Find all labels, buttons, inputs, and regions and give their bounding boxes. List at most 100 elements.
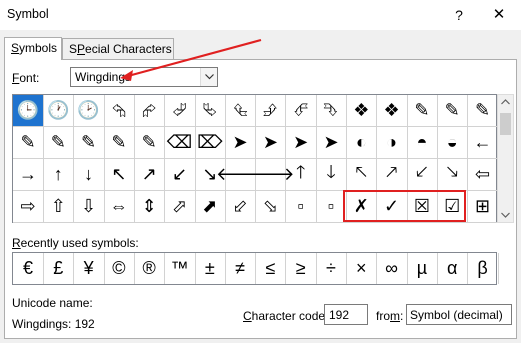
symbol-cell[interactable]: ◐ bbox=[346, 127, 378, 159]
symbol-cell[interactable]: 🡓 bbox=[316, 159, 347, 191]
recent-label-text: ecently used symbols: bbox=[20, 236, 139, 250]
recent-symbol-cell[interactable]: × bbox=[346, 253, 378, 284]
symbol-cell[interactable]: ⮱ bbox=[194, 95, 226, 127]
recent-symbol-cell[interactable]: ™ bbox=[165, 253, 196, 284]
symbol-cell[interactable]: 🡗 bbox=[406, 159, 438, 191]
symbol-cell[interactable]: 🕒 bbox=[13, 95, 44, 127]
font-dropdown[interactable]: Wingdings bbox=[70, 67, 218, 87]
symbol-cell[interactable]: ⮶ bbox=[285, 95, 317, 127]
symbol-cell[interactable]: ↙ bbox=[164, 159, 196, 191]
symbol-cell[interactable]: ⬂ bbox=[255, 191, 287, 223]
symbol-cell[interactable]: ⮲ bbox=[103, 95, 135, 127]
symbol-cell[interactable]: ✎ bbox=[134, 127, 166, 159]
symbol-cell[interactable]: 🡔 bbox=[346, 159, 378, 191]
close-button[interactable]: ✕ bbox=[484, 3, 514, 27]
symbol-cell[interactable]: ⮴ bbox=[225, 95, 257, 127]
recent-symbol-cell[interactable]: ≤ bbox=[255, 253, 287, 284]
symbol-cell[interactable]: ☑ bbox=[437, 191, 469, 223]
recent-symbols-row[interactable]: € £ ¥ © ® ™ ± ≠ ≤ ≥ ÷ × ∞ µ α β bbox=[12, 252, 499, 285]
recent-symbol-cell[interactable]: ∞ bbox=[377, 253, 408, 284]
tab-special-characters[interactable]: SPecial Characters bbox=[62, 38, 174, 60]
symbol-cell[interactable]: ✎ bbox=[437, 95, 469, 127]
symbol-cell[interactable]: ➤ bbox=[316, 127, 347, 159]
window-title: Symbol bbox=[7, 7, 49, 21]
symbol-cell[interactable]: ✓ bbox=[376, 191, 408, 223]
grid-scrollbar[interactable] bbox=[497, 94, 514, 223]
font-label-text: ont: bbox=[19, 71, 40, 85]
symbol-cell[interactable]: ⮳ bbox=[134, 95, 166, 127]
scroll-up-icon[interactable] bbox=[501, 99, 510, 105]
symbol-cell[interactable]: → bbox=[13, 159, 44, 191]
scroll-thumb[interactable] bbox=[500, 113, 511, 135]
symbol-grid[interactable]: 🕒 🕐 🕑 ⮲ ⮳ ⮰ ⮱ ⮴ ⮵ ⮶ ⮷ ❖ ❖ ✎ ✎ ✎ ✎ ✎ ✎ ✎ ✎ ⌫ ⌦ ➤ ➤ ➤ ➤ ◐ ◑ ◓ ◒ ← → ↑ ↓ ↖ ↗ ↙ ↘ 🡐… bbox=[12, 94, 499, 223]
symbol-cell[interactable]: ⊞ bbox=[467, 191, 499, 223]
symbol-cell[interactable]: ◓ bbox=[406, 127, 438, 159]
unicode-name-value: Wingdings: 192 bbox=[12, 317, 95, 331]
symbol-cell[interactable]: ➤ bbox=[285, 127, 317, 159]
chevron-down-icon[interactable] bbox=[200, 68, 217, 86]
recent-symbol-cell[interactable]: ÷ bbox=[316, 253, 347, 284]
symbol-cell[interactable]: ▫ bbox=[316, 191, 347, 223]
recent-symbol-cell[interactable]: ® bbox=[134, 253, 166, 284]
symbol-cell[interactable]: 🕑 bbox=[73, 95, 105, 127]
recent-symbol-cell[interactable]: ≥ bbox=[286, 253, 317, 284]
symbol-cell[interactable]: ◑ bbox=[376, 127, 408, 159]
recent-symbol-cell[interactable]: α bbox=[437, 253, 469, 284]
symbol-cell[interactable]: ⬀ bbox=[164, 191, 196, 223]
recent-symbol-cell[interactable]: ± bbox=[195, 253, 226, 284]
symbol-cell[interactable]: 🡒 bbox=[246, 159, 295, 191]
symbol-cell[interactable]: ⮰ bbox=[164, 95, 196, 127]
symbol-cell[interactable]: ⮵ bbox=[255, 95, 287, 127]
symbol-cell[interactable]: ❖ bbox=[376, 95, 408, 127]
symbol-cell[interactable]: ↓ bbox=[73, 159, 105, 191]
symbol-cell[interactable]: ⌦ bbox=[194, 127, 226, 159]
scroll-down-icon[interactable] bbox=[501, 212, 510, 218]
symbol-cell[interactable]: ⇕ bbox=[134, 191, 166, 223]
character-code-input[interactable]: 192 bbox=[324, 304, 368, 325]
symbol-cell[interactable]: ✗ bbox=[346, 191, 378, 223]
symbol-cell[interactable]: ❖ bbox=[346, 95, 378, 127]
symbol-cell[interactable]: 🕐 bbox=[43, 95, 75, 127]
recent-symbol-cell[interactable]: ¥ bbox=[74, 253, 105, 284]
from-accel: m bbox=[390, 309, 401, 323]
symbol-cell[interactable]: ◒ bbox=[437, 127, 469, 159]
symbol-cell[interactable]: ✎ bbox=[467, 95, 499, 127]
symbol-cell[interactable]: ↑ bbox=[43, 159, 75, 191]
symbol-cell[interactable]: ⇔ bbox=[103, 191, 135, 223]
recent-symbol-cell[interactable]: ≠ bbox=[225, 253, 257, 284]
symbol-cell[interactable]: ▫ bbox=[285, 191, 317, 223]
font-value: Wingdings bbox=[75, 70, 132, 84]
symbol-cell[interactable]: ⬈ bbox=[194, 191, 226, 223]
symbol-cell[interactable]: ⮷ bbox=[316, 95, 347, 127]
recent-symbol-cell[interactable]: β bbox=[468, 253, 499, 284]
recent-symbol-cell[interactable]: £ bbox=[43, 253, 75, 284]
symbol-cell[interactable]: ✎ bbox=[43, 127, 75, 159]
symbol-cell[interactable]: ☒ bbox=[406, 191, 438, 223]
symbol-cell[interactable]: ← bbox=[467, 127, 499, 159]
help-button[interactable]: ? bbox=[447, 4, 471, 26]
symbol-cell[interactable]: ↗ bbox=[134, 159, 166, 191]
recent-symbol-cell[interactable]: © bbox=[104, 253, 135, 284]
symbol-cell[interactable]: 🡕 bbox=[376, 159, 408, 191]
symbol-cell[interactable]: ✎ bbox=[406, 95, 438, 127]
symbol-cell[interactable]: 🡖 bbox=[437, 159, 469, 191]
symbol-cell[interactable]: ➤ bbox=[225, 127, 257, 159]
symbol-cell[interactable]: ✎ bbox=[13, 127, 44, 159]
symbol-cell[interactable]: ⌫ bbox=[164, 127, 196, 159]
tab-symbols[interactable]: Symbols bbox=[4, 37, 62, 60]
tab-symbols-accel: S bbox=[11, 41, 20, 55]
symbol-cell[interactable]: ⇦ bbox=[467, 159, 499, 191]
symbol-cell[interactable]: ↖ bbox=[103, 159, 135, 191]
symbol-cell[interactable]: ⇨ bbox=[13, 191, 44, 223]
from-dropdown[interactable]: Symbol (decimal) bbox=[406, 304, 512, 325]
recent-symbol-cell[interactable]: € bbox=[13, 253, 44, 284]
symbol-cell[interactable]: ⇧ bbox=[43, 191, 75, 223]
symbol-cell[interactable]: ⇩ bbox=[73, 191, 105, 223]
from-label: from: bbox=[376, 309, 403, 323]
symbol-cell[interactable]: 🡑 bbox=[285, 159, 317, 191]
symbol-cell[interactable]: ✎ bbox=[73, 127, 105, 159]
symbol-cell[interactable]: ➤ bbox=[255, 127, 287, 159]
recent-symbol-cell[interactable]: µ bbox=[407, 253, 438, 284]
symbol-cell[interactable]: ✎ bbox=[103, 127, 135, 159]
symbol-cell[interactable]: ⬃ bbox=[225, 191, 257, 223]
